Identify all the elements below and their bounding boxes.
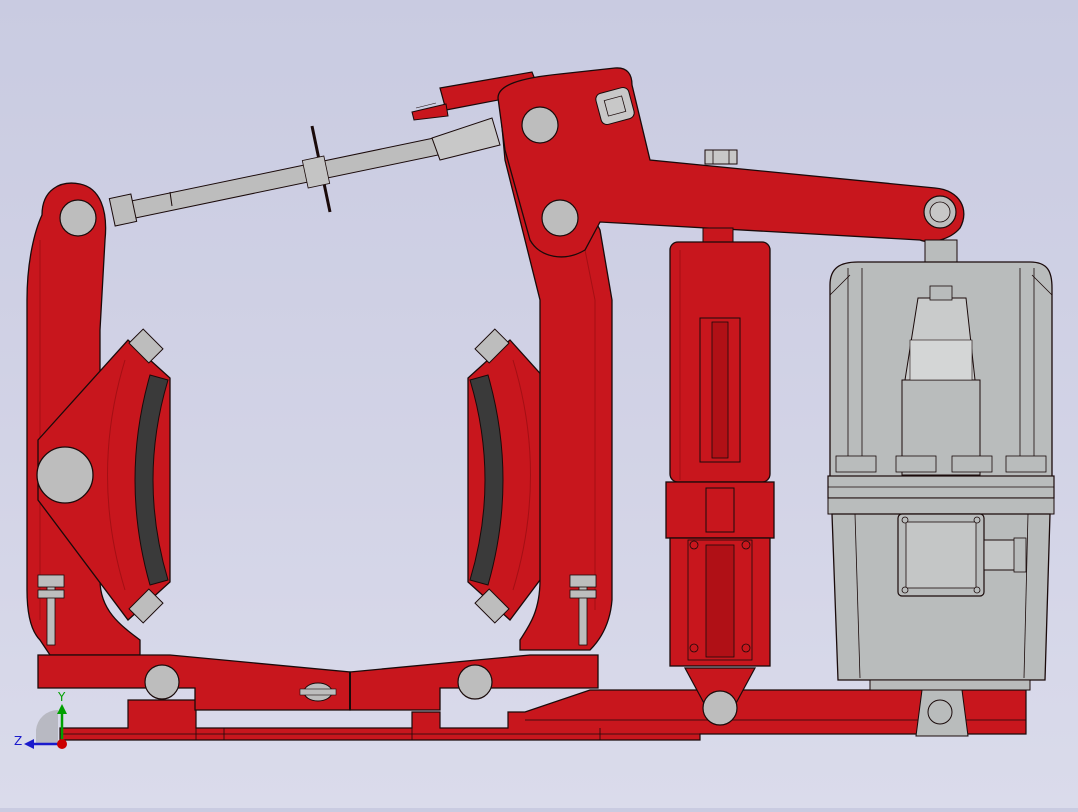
- brake-assembly-drawing: Y Z: [14, 67, 1055, 749]
- bottom-linkage: [37, 654, 599, 711]
- coordinate-triad-icon: Y Z: [14, 690, 67, 749]
- electric-motor: [827, 239, 1055, 737]
- axis-z-label: Z: [14, 734, 22, 748]
- axis-y-label: Y: [57, 690, 66, 704]
- hydraulic-thruster: [665, 227, 775, 726]
- tie-rod: [108, 117, 501, 227]
- cad-viewport[interactable]: Y Z: [0, 0, 1078, 808]
